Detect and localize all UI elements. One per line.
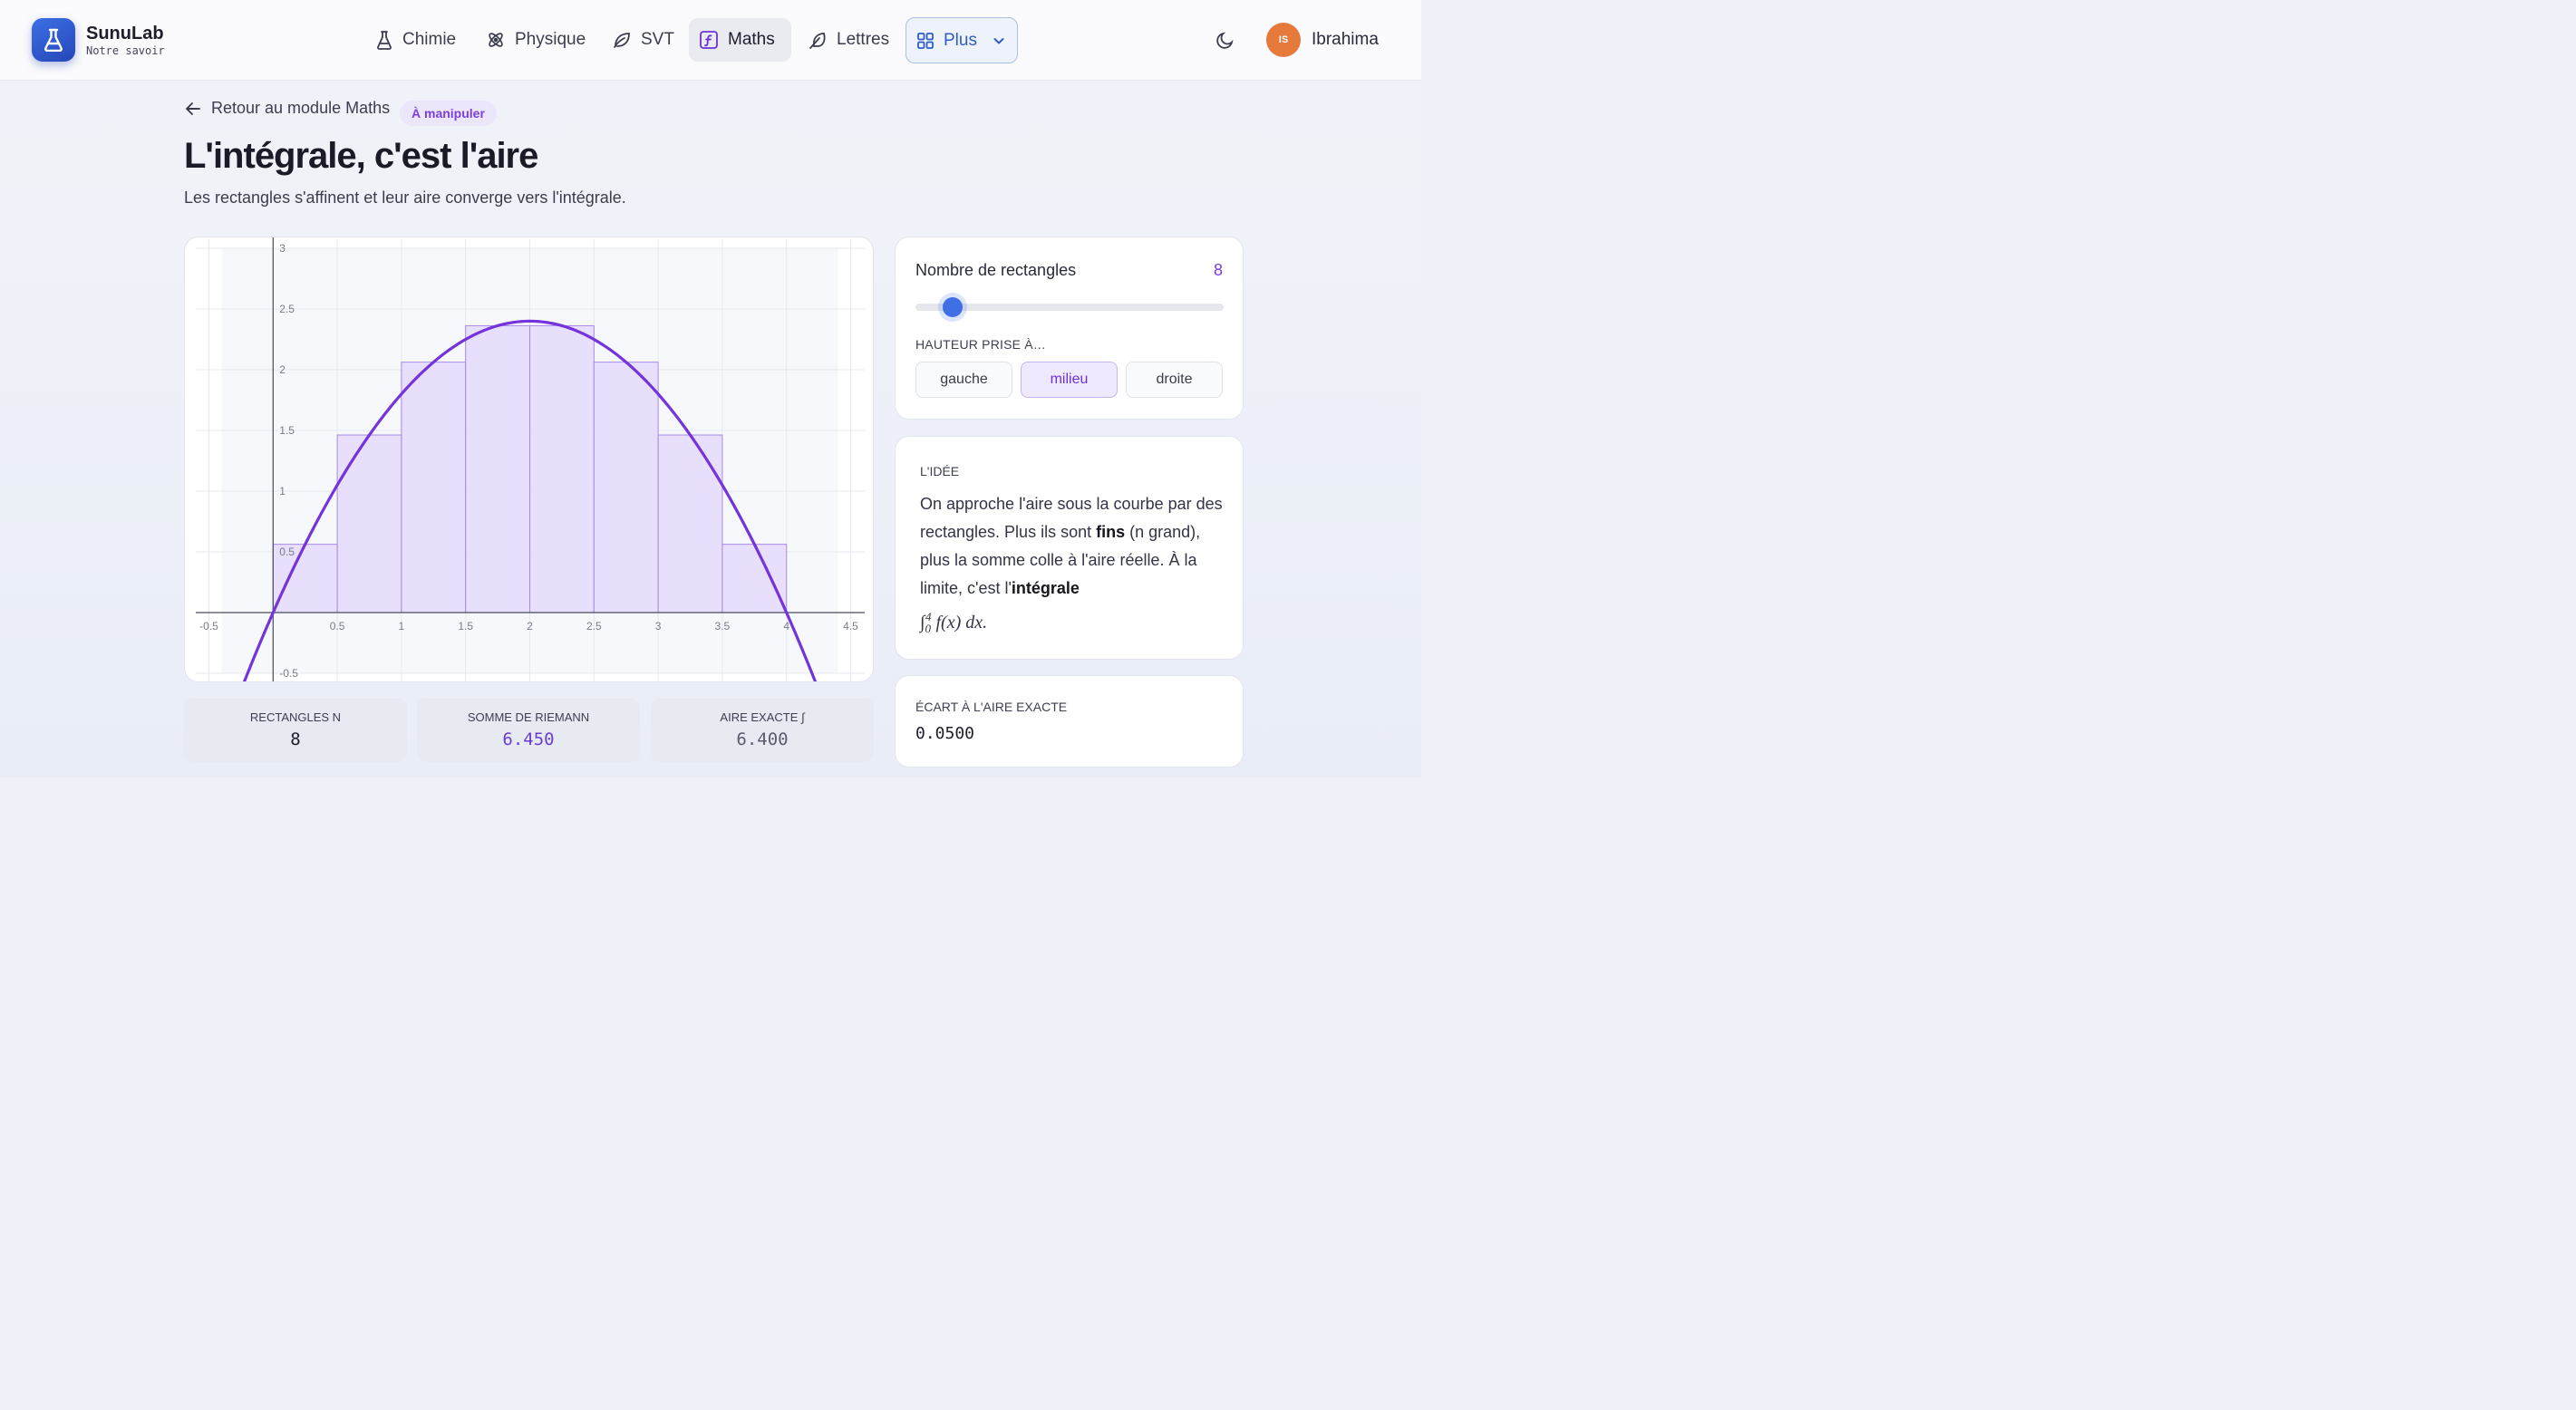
riemann-rectangle [336, 434, 402, 613]
avatar[interactable]: IS [1266, 23, 1301, 57]
y-tick-label: 1 [279, 485, 286, 497]
arrow-left-icon [186, 101, 200, 115]
x-tick-label: 3 [655, 620, 662, 633]
option-milieu[interactable]: milieu [1021, 362, 1118, 398]
function-icon [700, 31, 718, 49]
y-tick-label: 1.5 [279, 424, 295, 437]
slider-thumb[interactable] [942, 297, 963, 317]
riemann-rectangle [593, 362, 659, 613]
chart-card: -0.5 0.5 1 1.5 2 2.5 3 3.5 4 4.5 -0.5 0.5 1 1.5 2 2.5 3 [184, 237, 874, 682]
gap-value: 0.0500 [915, 724, 975, 743]
nav-label: SVT [641, 30, 674, 49]
stat-value: 6.400 [736, 729, 789, 749]
y-tick-label: 2 [279, 363, 286, 376]
height-mode-label: HAUTEUR PRISE À… [915, 337, 1046, 352]
nav-item-maths[interactable]: Maths [689, 18, 791, 62]
nav-more-menu[interactable]: Plus [905, 17, 1018, 63]
idea-text: On approche l'aire sous la courbe par de… [920, 490, 1228, 642]
moon-icon[interactable] [1215, 30, 1235, 50]
integral-formula: ∫04 f(x) dx. [920, 610, 988, 635]
nav-label: Physique [515, 30, 586, 49]
x-tick-label: 2 [527, 620, 533, 633]
x-tick-label: 3.5 [715, 620, 731, 633]
stat-label: RECTANGLES N [249, 710, 342, 724]
riemann-rectangle [721, 544, 788, 613]
x-tick-label: 4 [783, 620, 789, 633]
brand-tagline: Notre savoir [86, 44, 165, 57]
nav-label: Chimie [402, 30, 457, 49]
riemann-rectangle [465, 324, 531, 613]
rectangle-count-value: 8 [1213, 261, 1223, 279]
stat-riemann-sum: SOMME DE RIEMANN 6.450 [417, 699, 640, 762]
nav-label: Lettres [837, 30, 890, 49]
y-tick-label: -0.5 [279, 667, 298, 680]
idea-heading: L'IDÉE [920, 464, 960, 478]
gap-heading: ÉCART À L'AIRE EXACTE [915, 700, 1068, 714]
idea-card: L'IDÉE On approche l'aire sous la courbe… [895, 436, 1244, 660]
riemann-rectangle [657, 434, 723, 613]
leaf-icon [614, 33, 630, 48]
nav-item-lettres[interactable]: Lettres [798, 18, 899, 62]
y-tick-label: 2.5 [279, 303, 295, 315]
nav-item-svt[interactable]: SVT [602, 18, 684, 62]
x-tick-label: -0.5 [199, 620, 218, 633]
option-droite[interactable]: droite [1126, 362, 1223, 398]
stat-label: AIRE EXACTE ∫ [720, 710, 805, 724]
option-gauche[interactable]: gauche [915, 362, 1012, 398]
status-badge: À manipuler [400, 101, 497, 126]
x-tick-label: 4.5 [843, 620, 858, 633]
stat-exact-area: AIRE EXACTE ∫ 6.400 [651, 699, 874, 762]
integral-upper-bound: 4 [925, 610, 932, 623]
feather-icon [809, 33, 826, 49]
rectangle-count-label: Nombre de rectangles [915, 261, 1077, 279]
stat-value: 8 [290, 729, 301, 749]
nav-label: Maths [728, 30, 775, 49]
user-name[interactable]: Ibrahima [1312, 30, 1379, 50]
grid-icon [917, 32, 934, 49]
app-logo[interactable] [32, 18, 75, 62]
chevron-down-icon [993, 37, 1004, 44]
stat-rectangles: RECTANGLES N 8 [184, 699, 407, 762]
top-navbar: SunuLab Notre savoir Chimie Physique SVT… [0, 0, 1421, 81]
brand-name: SunuLab [86, 24, 164, 43]
back-link[interactable]: Retour au module Maths [184, 99, 390, 118]
back-link-label: Retour au module Maths [211, 99, 391, 117]
integral-body: f(x) dx. [935, 612, 988, 633]
nav-item-physique[interactable]: Physique [476, 18, 596, 62]
y-tick-label: 0.5 [279, 546, 295, 558]
idea-emphasis: intégrale [1011, 579, 1080, 597]
gap-card: ÉCART À L'AIRE EXACTE 0.0500 [895, 675, 1244, 768]
y-tick-label: 3 [279, 242, 286, 255]
idea-emphasis: fins [1096, 523, 1126, 541]
controls-card: Nombre de rectangles 8 HAUTEUR PRISE À… … [895, 237, 1244, 420]
nav-label: Plus [944, 30, 977, 50]
flask-icon [377, 31, 392, 50]
flask-icon [44, 28, 63, 52]
riemann-rectangle [529, 324, 595, 613]
x-tick-label: 1 [399, 620, 405, 633]
x-tick-label: 1.5 [458, 620, 473, 633]
x-tick-label: 2.5 [586, 620, 602, 633]
atom-icon [489, 33, 503, 47]
riemann-rectangle [401, 362, 467, 613]
nav-item-chimie[interactable]: Chimie [365, 18, 466, 62]
stat-value: 6.450 [502, 729, 555, 749]
page-title: L'intégrale, c'est l'aire [184, 136, 538, 176]
page-subtitle: Les rectangles s'affinent et leur aire c… [184, 188, 626, 207]
x-tick-label: 0.5 [330, 620, 345, 633]
riemann-chart[interactable]: -0.5 0.5 1 1.5 2 2.5 3 3.5 4 4.5 -0.5 0.5 1 1.5 2 2.5 3 [185, 237, 874, 682]
stat-label: SOMME DE RIEMANN [467, 710, 590, 724]
